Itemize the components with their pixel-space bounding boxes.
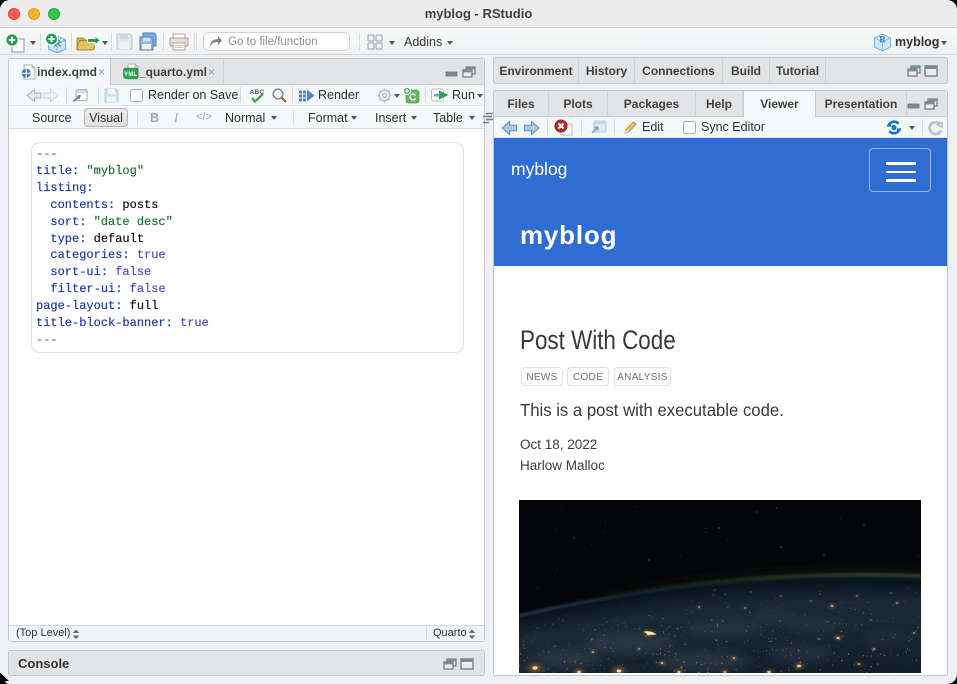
svg-text:R: R [879, 35, 886, 45]
svg-text:C: C [409, 93, 416, 104]
svg-text:YML: YML [124, 72, 137, 78]
